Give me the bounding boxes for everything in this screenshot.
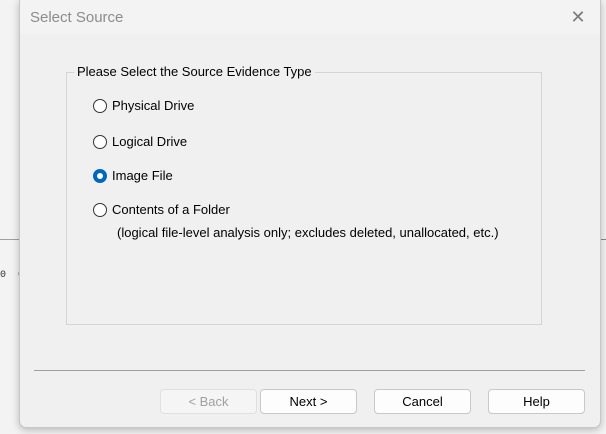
- radio-button[interactable]: [93, 134, 107, 149]
- back-button[interactable]: < Back: [160, 389, 257, 414]
- groupbox-legend: Please Select the Source Evidence Type: [74, 64, 315, 79]
- cancel-button[interactable]: Cancel: [374, 389, 471, 414]
- radio-label: Contents of a Folder: [112, 202, 230, 217]
- radio-logical-drive[interactable]: Logical Drive: [93, 134, 187, 149]
- dialog-titlebar[interactable]: Select Source ✕: [20, 0, 600, 34]
- radio-button[interactable]: [93, 98, 107, 113]
- folder-option-note: (logical file-level analysis only; exclu…: [117, 225, 499, 240]
- radio-button[interactable]: [93, 202, 107, 217]
- radio-label: Image File: [112, 168, 173, 183]
- help-button[interactable]: Help: [488, 389, 585, 414]
- radio-contents-of-folder[interactable]: Contents of a Folder: [93, 202, 230, 217]
- close-icon: ✕: [570, 6, 586, 27]
- radio-button-selected[interactable]: [93, 168, 107, 183]
- close-button[interactable]: ✕: [566, 6, 590, 28]
- radio-physical-drive[interactable]: Physical Drive: [93, 98, 194, 113]
- radio-label: Physical Drive: [112, 98, 195, 113]
- dialog-title: Select Source: [30, 9, 124, 26]
- radio-image-file[interactable]: Image File: [93, 168, 173, 183]
- select-source-dialog: Select Source ✕ Please Select the Source…: [19, 0, 601, 428]
- radio-label: Logical Drive: [112, 134, 188, 149]
- button-separator: [34, 370, 585, 371]
- next-button[interactable]: Next >: [260, 389, 357, 414]
